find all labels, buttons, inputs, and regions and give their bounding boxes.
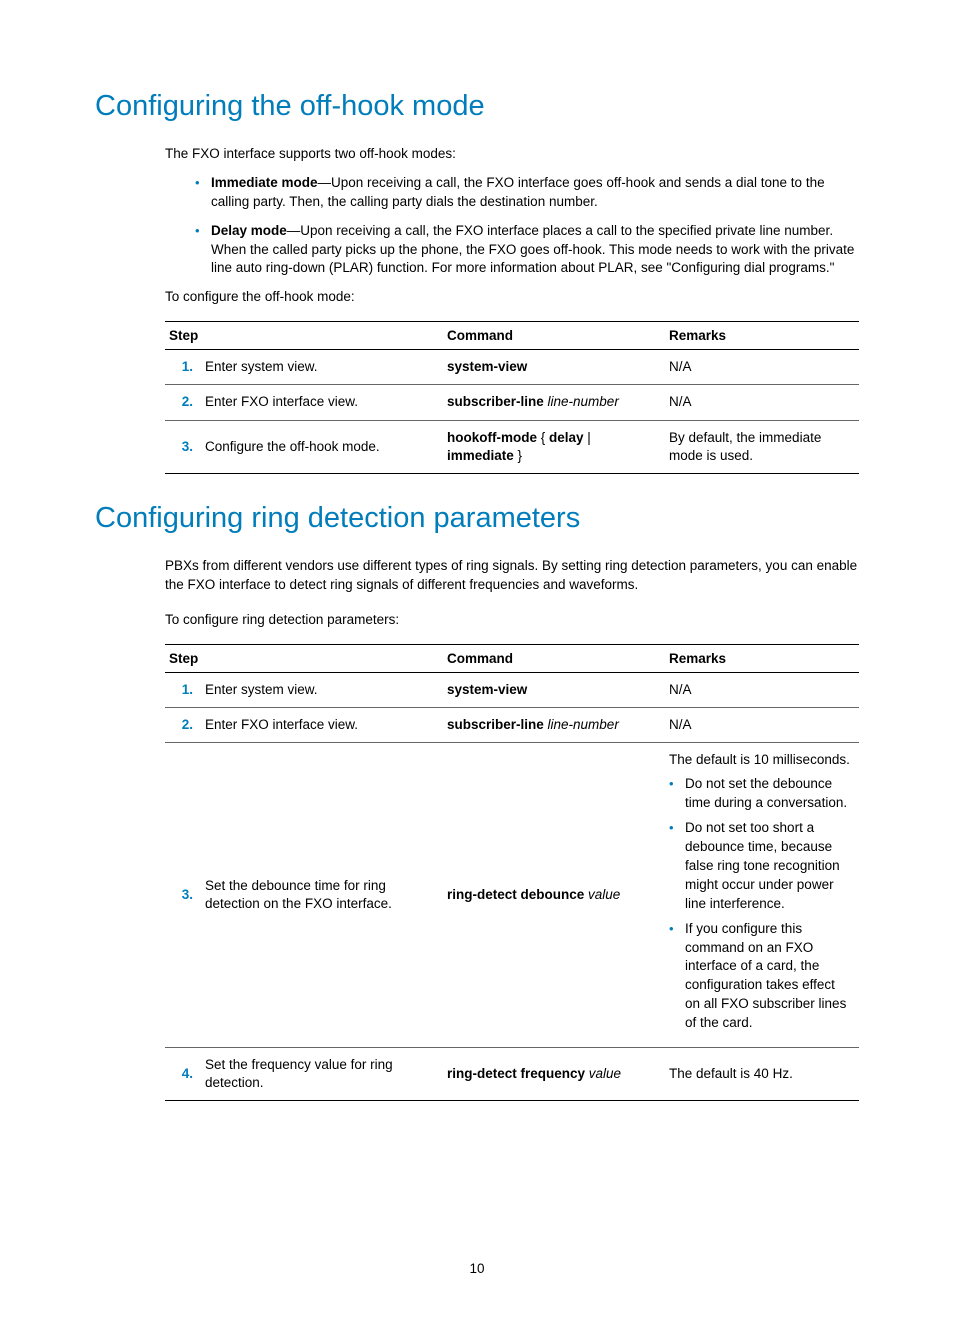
step-command: ring-detect debounce value	[443, 743, 665, 1048]
table-row: 3. Configure the off-hook mode. hookoff-…	[165, 420, 859, 473]
th-remarks: Remarks	[665, 322, 859, 350]
step-desc: Enter system view.	[201, 350, 443, 385]
cmd-italic: line-number	[544, 717, 619, 732]
page-container: Configuring the off-hook mode The FXO in…	[0, 0, 954, 1336]
step-command: ring-detect frequency value	[443, 1048, 665, 1101]
th-step: Step	[165, 644, 443, 672]
step-number: 3.	[165, 420, 201, 473]
bullet-delay-mode: Delay mode—Upon receiving a call, the FX…	[195, 222, 859, 279]
step-command: hookoff-mode { delay | immediate }	[443, 420, 665, 473]
step-number: 1.	[165, 350, 201, 385]
step-command: system-view	[443, 350, 665, 385]
step-remarks: N/A	[665, 708, 859, 743]
step-command: system-view	[443, 672, 665, 707]
remarks-intro: The default is 10 milliseconds.	[669, 751, 851, 769]
step-number: 2.	[165, 385, 201, 420]
cmd-plain: {	[537, 430, 549, 445]
step-command: subscriber-line line-number	[443, 708, 665, 743]
cmd-plain: }	[514, 448, 522, 463]
th-remarks: Remarks	[665, 644, 859, 672]
th-command: Command	[443, 322, 665, 350]
section1-bullets: Immediate mode —Upon receiving a call, th…	[95, 174, 859, 278]
bullet-label: Immediate mode	[211, 175, 318, 190]
step-command: subscriber-line line-number	[443, 385, 665, 420]
step-desc: Set the frequency value for ring detecti…	[201, 1048, 443, 1101]
table-row: 2. Enter FXO interface view. subscriber-…	[165, 708, 859, 743]
step-number: 2.	[165, 708, 201, 743]
cmd-italic: value	[584, 887, 620, 902]
step-desc: Configure the off-hook mode.	[201, 420, 443, 473]
bullet-immediate-mode: Immediate mode—Upon receiving a call, th…	[195, 174, 859, 212]
remarks-bullet: Do not set the debounce time during a co…	[669, 775, 851, 813]
cmd-italic: value	[585, 1066, 621, 1081]
step-remarks: The default is 40 Hz.	[665, 1048, 859, 1101]
table-row: 4. Set the frequency value for ring dete…	[165, 1048, 859, 1101]
remarks-bullet: If you configure this command on an FXO …	[669, 920, 851, 1033]
step-remarks: N/A	[665, 672, 859, 707]
section1-lead: To configure the off-hook mode:	[95, 288, 859, 307]
section2-lead: To configure ring detection parameters:	[95, 611, 859, 630]
section2-title: Configuring ring detection parameters	[95, 502, 859, 535]
bullet-text: —Upon receiving a call, the FXO interfac…	[211, 223, 854, 276]
step-remarks: By default, the immediate mode is used.	[665, 420, 859, 473]
cmd-bold: ring-detect frequency	[447, 1066, 585, 1081]
cmd-bold: system-view	[447, 682, 527, 697]
section1-table: Step Command Remarks 1. Enter system vie…	[165, 321, 859, 474]
th-command: Command	[443, 644, 665, 672]
cmd-italic: line-number	[544, 394, 619, 409]
step-desc: Enter FXO interface view.	[201, 708, 443, 743]
table-row: 1. Enter system view. system-view N/A	[165, 350, 859, 385]
table-row: 1. Enter system view. system-view N/A	[165, 672, 859, 707]
cmd-bold: delay	[549, 430, 584, 445]
cmd-plain: |	[584, 430, 591, 445]
step-desc: Set the debounce time for ring detection…	[201, 743, 443, 1048]
cmd-bold: hookoff-mode	[447, 430, 537, 445]
table-row: 2. Enter FXO interface view. subscriber-…	[165, 385, 859, 420]
section1-intro: The FXO interface supports two off-hook …	[95, 145, 859, 164]
remarks-bullet: Do not set too short a debounce time, be…	[669, 819, 851, 913]
cmd-bold: ring-detect debounce	[447, 887, 584, 902]
step-remarks: The default is 10 milliseconds. Do not s…	[665, 743, 859, 1048]
step-number: 1.	[165, 672, 201, 707]
step-number: 4.	[165, 1048, 201, 1101]
section2-table: Step Command Remarks 1. Enter system vie…	[165, 644, 859, 1102]
table-row: 3. Set the debounce time for ring detect…	[165, 743, 859, 1048]
step-desc: Enter system view.	[201, 672, 443, 707]
remarks-bullets: Do not set the debounce time during a co…	[669, 775, 851, 1033]
cmd-bold: subscriber-line	[447, 394, 544, 409]
page-number: 10	[95, 1261, 859, 1276]
step-number: 3.	[165, 743, 201, 1048]
cmd-bold: immediate	[447, 448, 514, 463]
step-remarks: N/A	[665, 350, 859, 385]
cmd-bold: subscriber-line	[447, 717, 544, 732]
section1-title: Configuring the off-hook mode	[95, 90, 859, 123]
step-remarks: N/A	[665, 385, 859, 420]
step-desc: Enter FXO interface view.	[201, 385, 443, 420]
cmd-bold: system-view	[447, 359, 527, 374]
section2-intro: PBXs from different vendors use differen…	[95, 557, 859, 595]
th-step: Step	[165, 322, 443, 350]
bullet-label: Delay mode	[211, 223, 287, 238]
